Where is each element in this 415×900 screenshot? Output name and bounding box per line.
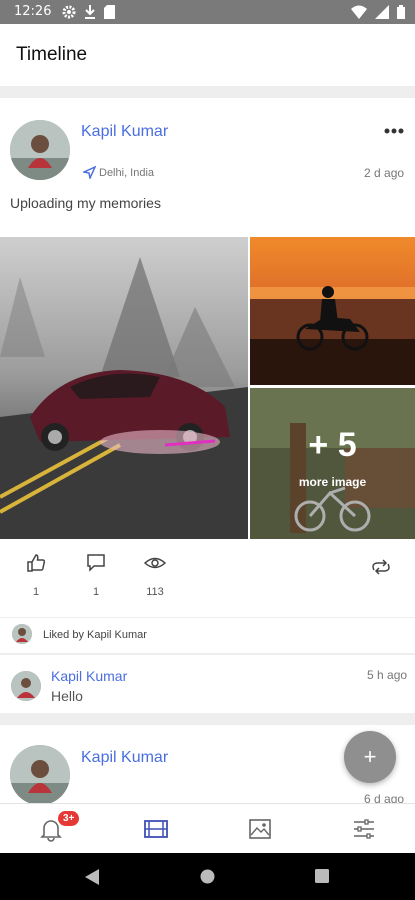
- signal-icon: [375, 5, 389, 19]
- photo-gallery: + 5 more image: [0, 237, 415, 539]
- post-time: 2 d ago: [364, 166, 405, 180]
- author-avatar[interactable]: [10, 120, 70, 180]
- more-images-label: more image: [298, 475, 367, 489]
- wifi-icon: [351, 5, 367, 19]
- bottom-navigation: 3+: [0, 803, 415, 853]
- commenter-name[interactable]: Kapil Kumar: [51, 668, 127, 684]
- location-arrow-icon: [83, 166, 96, 179]
- comment-icon: [87, 554, 105, 572]
- app-bar: Timeline: [0, 24, 415, 86]
- status-time: 12:26: [14, 4, 52, 19]
- liked-by-row[interactable]: Liked by Kapil Kumar: [0, 617, 415, 651]
- comment-text: Hello: [51, 688, 83, 704]
- post-location: Delhi, India: [99, 167, 155, 179]
- more-images-count: + 5: [308, 426, 357, 464]
- settings-gear-icon: [62, 5, 76, 19]
- system-navigation-bar: [0, 853, 415, 900]
- liked-by-text: Liked by Kapil Kumar: [43, 629, 147, 641]
- photo-sunset-bike[interactable]: [250, 237, 415, 385]
- photo-main[interactable]: [0, 237, 248, 539]
- add-post-button[interactable]: +: [344, 731, 396, 783]
- recents-icon[interactable]: [315, 869, 329, 883]
- settings-sliders-icon[interactable]: [351, 816, 377, 842]
- back-icon[interactable]: [85, 869, 99, 885]
- view-count: 113: [146, 586, 164, 598]
- like-count: 1: [32, 586, 40, 598]
- battery-icon: [397, 5, 405, 19]
- share-repost-icon[interactable]: [370, 558, 392, 576]
- photo-more-images[interactable]: + 5 more image: [250, 388, 415, 539]
- commenter-avatar[interactable]: [11, 671, 41, 701]
- author-name[interactable]: Kapil Kumar: [81, 123, 168, 141]
- author-name[interactable]: Kapil Kumar: [81, 749, 168, 767]
- thumbs-up-icon: [27, 554, 46, 572]
- sd-card-icon: [104, 5, 115, 19]
- author-avatar[interactable]: [10, 745, 70, 805]
- liker-avatar: [12, 624, 32, 644]
- eye-icon: [143, 557, 167, 569]
- comment-button[interactable]: 1: [76, 553, 116, 598]
- film-icon[interactable]: [143, 816, 169, 842]
- notification-badge: 3+: [56, 809, 82, 828]
- more-options-icon[interactable]: [384, 128, 404, 134]
- post-actions: 1 1 113: [0, 553, 415, 613]
- status-bar: 12:26: [0, 0, 415, 24]
- page-title: Timeline: [16, 44, 88, 65]
- download-icon: [85, 5, 95, 19]
- comment-time: 5 h ago: [367, 668, 408, 682]
- views-indicator: 113: [135, 553, 175, 598]
- post-caption: Uploading my memories: [10, 195, 161, 211]
- image-icon[interactable]: [247, 816, 273, 842]
- like-button[interactable]: 1: [16, 553, 56, 598]
- comment-item: Kapil Kumar Hello 5 h ago: [0, 655, 415, 713]
- post-card: Kapil Kumar Delhi, India 2 d ago Uploadi…: [0, 98, 415, 653]
- home-icon[interactable]: [200, 869, 215, 884]
- comment-count: 1: [92, 586, 100, 598]
